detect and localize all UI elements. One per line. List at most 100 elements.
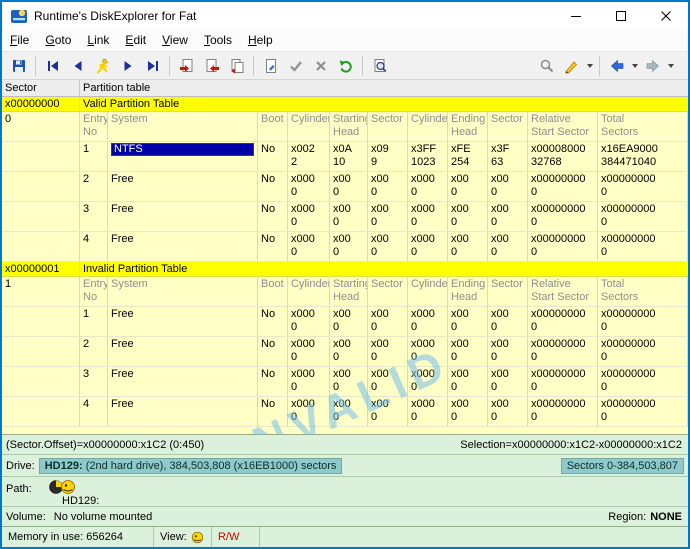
cell-system[interactable]: Free bbox=[108, 397, 258, 426]
cell-relative-start-sector[interactable]: x000000000 bbox=[528, 367, 598, 396]
cell-start-head[interactable]: x000 bbox=[330, 232, 368, 261]
cell-system[interactable]: Free bbox=[108, 337, 258, 366]
discard-button[interactable] bbox=[308, 54, 333, 78]
cell-entry-no[interactable]: 2 bbox=[80, 337, 108, 366]
cell-relative-start-sector[interactable]: x000000000 bbox=[528, 232, 598, 261]
cell-total-sectors[interactable]: x000000000 bbox=[598, 307, 688, 336]
maximize-button[interactable] bbox=[598, 2, 643, 30]
partition-row[interactable]: 1NTFSNox0022x0A10x099x3FF1023xFE254x3F63… bbox=[2, 142, 688, 172]
cell-start-head[interactable]: x000 bbox=[330, 307, 368, 336]
cell-sector[interactable] bbox=[2, 232, 80, 261]
cell-total-sectors[interactable]: x000000000 bbox=[598, 172, 688, 201]
cell-system[interactable]: Free bbox=[108, 307, 258, 336]
cell-end-cylinder[interactable]: x3FF1023 bbox=[408, 142, 448, 171]
search-run-button[interactable] bbox=[90, 54, 115, 78]
cell-total-sectors[interactable]: x000000000 bbox=[598, 202, 688, 231]
cell-boot[interactable]: No bbox=[258, 232, 288, 261]
cell-start-cylinder[interactable]: x0000 bbox=[288, 172, 330, 201]
cell-start-head[interactable]: x000 bbox=[330, 172, 368, 201]
cell-end-cylinder[interactable]: x0000 bbox=[408, 397, 448, 426]
cell-entry-no[interactable]: 4 bbox=[80, 397, 108, 426]
cell-system[interactable]: Free bbox=[108, 367, 258, 396]
cell-end-head[interactable]: x000 bbox=[448, 202, 488, 231]
selected-system-cell[interactable]: NTFS bbox=[111, 143, 254, 156]
partition-section-header[interactable]: x00000001Invalid Partition Table bbox=[2, 262, 688, 277]
cell-end-cylinder[interactable]: x0000 bbox=[408, 172, 448, 201]
marker-button[interactable] bbox=[559, 54, 584, 78]
drive-info[interactable]: HD129: (2nd hard drive), 384,503,808 (x1… bbox=[39, 458, 343, 474]
cell-end-sector[interactable]: x3F63 bbox=[488, 142, 528, 171]
cell-start-sector[interactable]: x000 bbox=[368, 337, 408, 366]
back-button[interactable] bbox=[604, 54, 629, 78]
menu-item-file[interactable]: File bbox=[2, 30, 37, 51]
cell-boot[interactable]: No bbox=[258, 337, 288, 366]
partition-row[interactable]: 2FreeNox0000x000x000x0000x000x000x000000… bbox=[2, 337, 688, 367]
cell-start-cylinder[interactable]: x0022 bbox=[288, 142, 330, 171]
section-sector-hex[interactable]: x00000000 bbox=[2, 97, 80, 111]
cell-start-head[interactable]: x0A10 bbox=[330, 142, 368, 171]
cell-boot[interactable]: No bbox=[258, 142, 288, 171]
path-icons[interactable] bbox=[48, 479, 99, 495]
cell-end-cylinder[interactable]: x0000 bbox=[408, 232, 448, 261]
cell-system[interactable]: Free bbox=[108, 172, 258, 201]
cell-start-head[interactable]: x000 bbox=[330, 202, 368, 231]
copy-text-button[interactable] bbox=[199, 54, 224, 78]
menu-item-edit[interactable]: Edit bbox=[117, 30, 154, 51]
copy-data-button[interactable] bbox=[224, 54, 249, 78]
menu-item-help[interactable]: Help bbox=[240, 30, 281, 51]
preview-button[interactable] bbox=[367, 54, 392, 78]
cell-start-cylinder[interactable]: x0000 bbox=[288, 397, 330, 426]
cell-sector[interactable] bbox=[2, 142, 80, 171]
cell-relative-start-sector[interactable]: x000000000 bbox=[528, 172, 598, 201]
partition-row[interactable]: 3FreeNox0000x000x000x0000x000x000x000000… bbox=[2, 202, 688, 232]
forward-dropdown[interactable] bbox=[665, 54, 676, 78]
cell-end-sector[interactable]: x000 bbox=[488, 202, 528, 231]
sector-table[interactable]: Sector Partition table x00000000Valid Pa… bbox=[2, 80, 688, 434]
cell-start-sector[interactable]: x000 bbox=[368, 172, 408, 201]
title-bar[interactable]: Runtime's DiskExplorer for Fat bbox=[2, 2, 688, 30]
cell-boot[interactable]: No bbox=[258, 172, 288, 201]
cell-end-head[interactable]: x000 bbox=[448, 307, 488, 336]
last-sector-button[interactable] bbox=[140, 54, 165, 78]
menu-item-goto[interactable]: Goto bbox=[37, 30, 79, 51]
cell-start-cylinder[interactable]: x0000 bbox=[288, 337, 330, 366]
cell-end-sector[interactable]: x000 bbox=[488, 307, 528, 336]
copy-hex-button[interactable] bbox=[174, 54, 199, 78]
cell-sector[interactable] bbox=[2, 337, 80, 366]
section-sector-hex[interactable]: x00000001 bbox=[2, 262, 80, 276]
cell-end-head[interactable]: x000 bbox=[448, 367, 488, 396]
cell-relative-start-sector[interactable]: x000000000 bbox=[528, 307, 598, 336]
cell-entry-no[interactable]: 4 bbox=[80, 232, 108, 261]
cell-end-head[interactable]: x000 bbox=[448, 337, 488, 366]
next-sector-button[interactable] bbox=[115, 54, 140, 78]
cell-system[interactable]: Free bbox=[108, 232, 258, 261]
back-dropdown[interactable] bbox=[629, 54, 640, 78]
cell-end-sector[interactable]: x000 bbox=[488, 337, 528, 366]
cell-end-sector[interactable]: x000 bbox=[488, 232, 528, 261]
partition-row[interactable]: 4FreeNox0000x000x000x0000x000x000x000000… bbox=[2, 397, 688, 427]
cell-entry-no[interactable]: 3 bbox=[80, 202, 108, 231]
partition-row[interactable]: 3FreeNox0000x000x000x0000x000x000x000000… bbox=[2, 367, 688, 397]
cell-system[interactable]: Free bbox=[108, 202, 258, 231]
cell-relative-start-sector[interactable]: x0000800032768 bbox=[528, 142, 598, 171]
cell-start-sector[interactable]: x000 bbox=[368, 232, 408, 261]
forward-button[interactable] bbox=[640, 54, 665, 78]
cell-start-cylinder[interactable]: x0000 bbox=[288, 307, 330, 336]
undo-button[interactable] bbox=[333, 54, 358, 78]
cell-total-sectors[interactable]: x000000000 bbox=[598, 367, 688, 396]
apply-button[interactable] bbox=[283, 54, 308, 78]
close-button[interactable] bbox=[643, 2, 688, 30]
cell-sector[interactable] bbox=[2, 367, 80, 396]
cell-start-head[interactable]: x000 bbox=[330, 397, 368, 426]
find-button[interactable] bbox=[534, 54, 559, 78]
cell-sector[interactable] bbox=[2, 202, 80, 231]
cell-total-sectors[interactable]: x000000000 bbox=[598, 337, 688, 366]
cell-sector[interactable] bbox=[2, 307, 80, 336]
section-title[interactable]: Invalid Partition Table bbox=[80, 262, 688, 276]
read-write-mode[interactable]: R/W bbox=[212, 527, 260, 547]
cell-end-sector[interactable]: x000 bbox=[488, 367, 528, 396]
cell-boot[interactable]: No bbox=[258, 202, 288, 231]
cell-total-sectors[interactable]: x16EA9000384471040 bbox=[598, 142, 688, 171]
first-sector-button[interactable] bbox=[40, 54, 65, 78]
cell-entry-no[interactable]: 2 bbox=[80, 172, 108, 201]
